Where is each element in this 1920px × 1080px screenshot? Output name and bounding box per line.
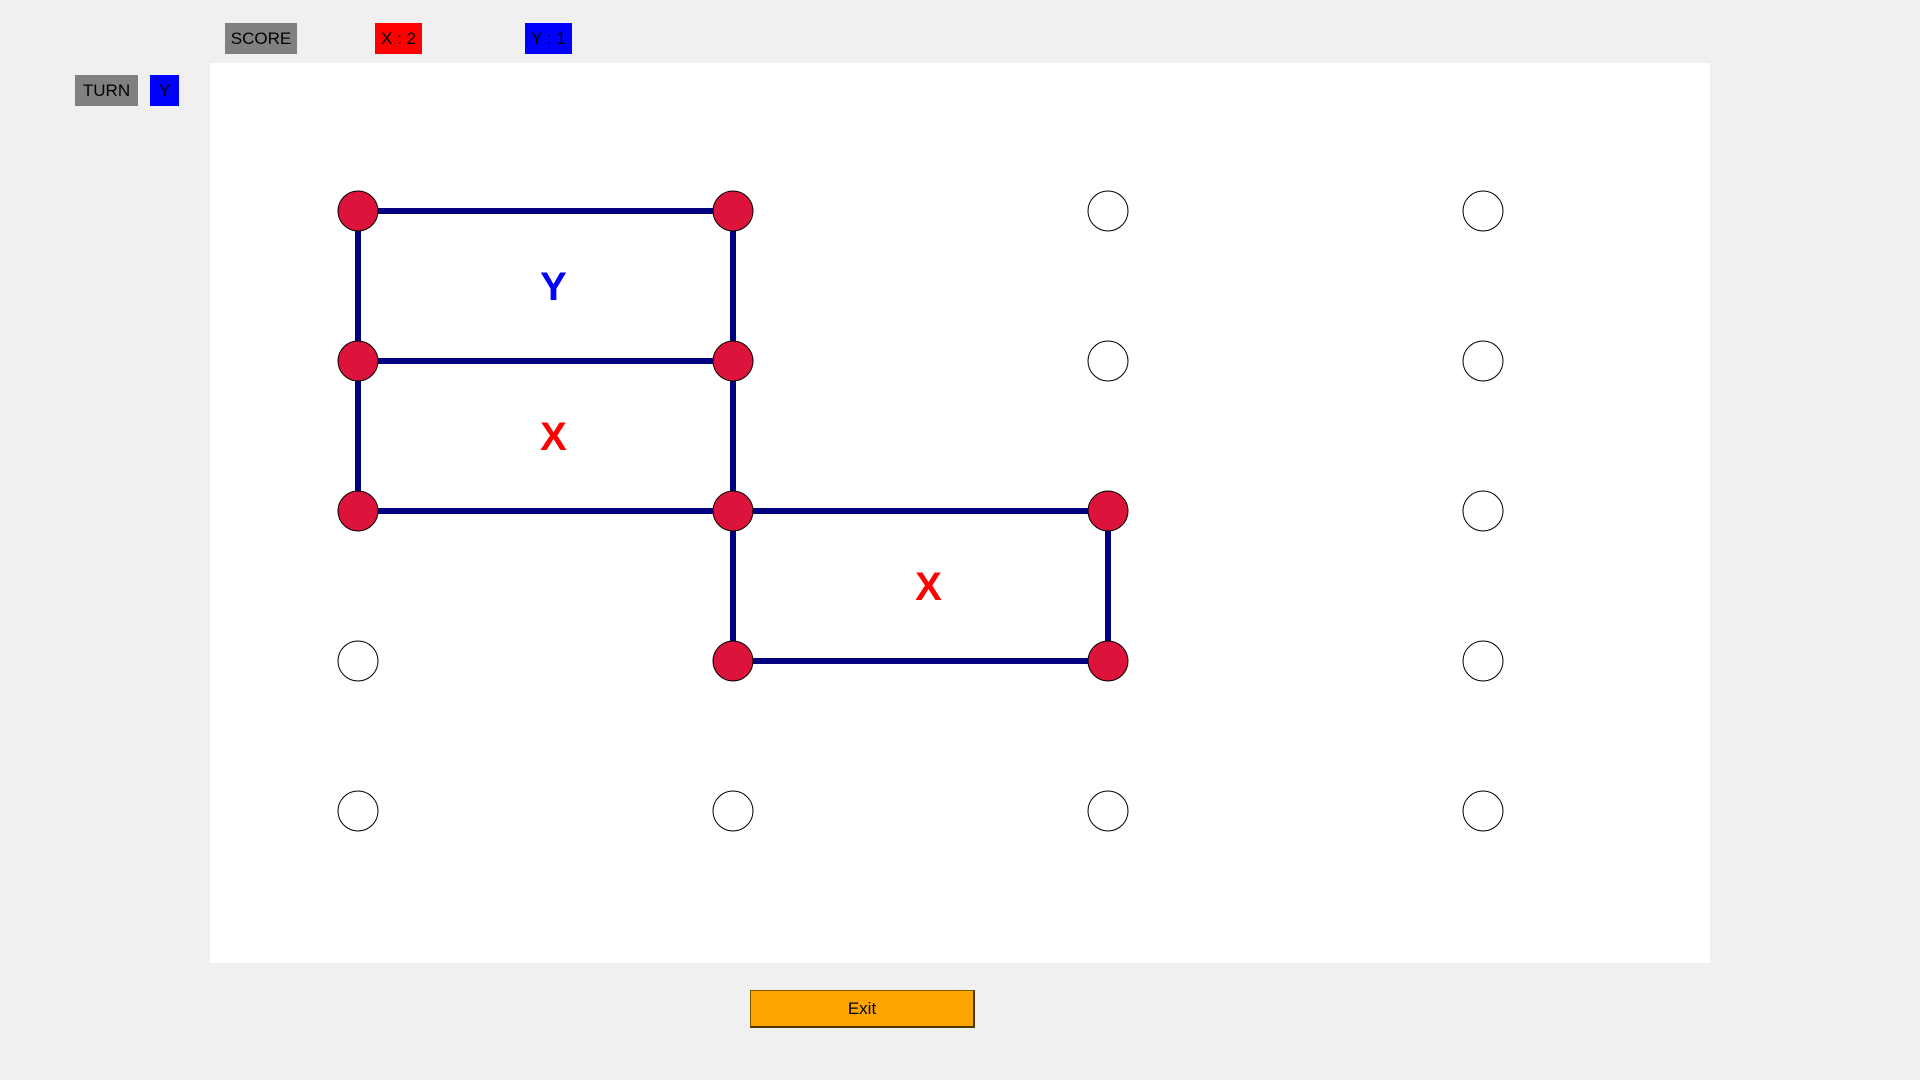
exit-button[interactable]: Exit [750,990,975,1028]
board-dot[interactable] [1087,790,1129,832]
score-x-badge: X : 2 [375,23,422,54]
score-label: SCORE [225,23,297,54]
board-dot-selected[interactable] [337,490,379,532]
board-dot[interactable] [1462,340,1504,382]
board-dot-selected[interactable] [337,190,379,232]
board-dot[interactable] [1462,190,1504,232]
board-dot[interactable] [1087,190,1129,232]
board-dot-selected[interactable] [712,490,754,532]
board-dot[interactable] [1462,640,1504,682]
box-owner-y: Y [540,265,567,309]
dots-and-boxes-window: SCORE X : 2 Y : 1 TURN Y Y X X Exit [0,0,1920,1080]
turn-indicator: Y [150,75,179,106]
box-owner-x: X [915,565,942,609]
board-dot[interactable] [337,640,379,682]
board-dot-selected[interactable] [712,640,754,682]
board-dot[interactable] [1087,340,1129,382]
board-dot-selected[interactable] [337,340,379,382]
board-dot[interactable] [1462,490,1504,532]
turn-label: TURN [75,75,138,106]
board-dot-selected[interactable] [712,340,754,382]
board-dot-selected[interactable] [712,190,754,232]
box-owner-x: X [540,415,567,459]
board-dot[interactable] [1462,790,1504,832]
board-dot-selected[interactable] [1087,490,1129,532]
board-dot[interactable] [712,790,754,832]
board-canvas[interactable]: Y X X [210,63,1710,963]
board-dot-selected[interactable] [1087,640,1129,682]
lines-layer [355,208,1111,664]
boxes-layer: Y X X [540,265,942,609]
score-y-badge: Y : 1 [525,23,572,54]
board-dot[interactable] [337,790,379,832]
game-board[interactable]: Y X X [210,63,1710,963]
